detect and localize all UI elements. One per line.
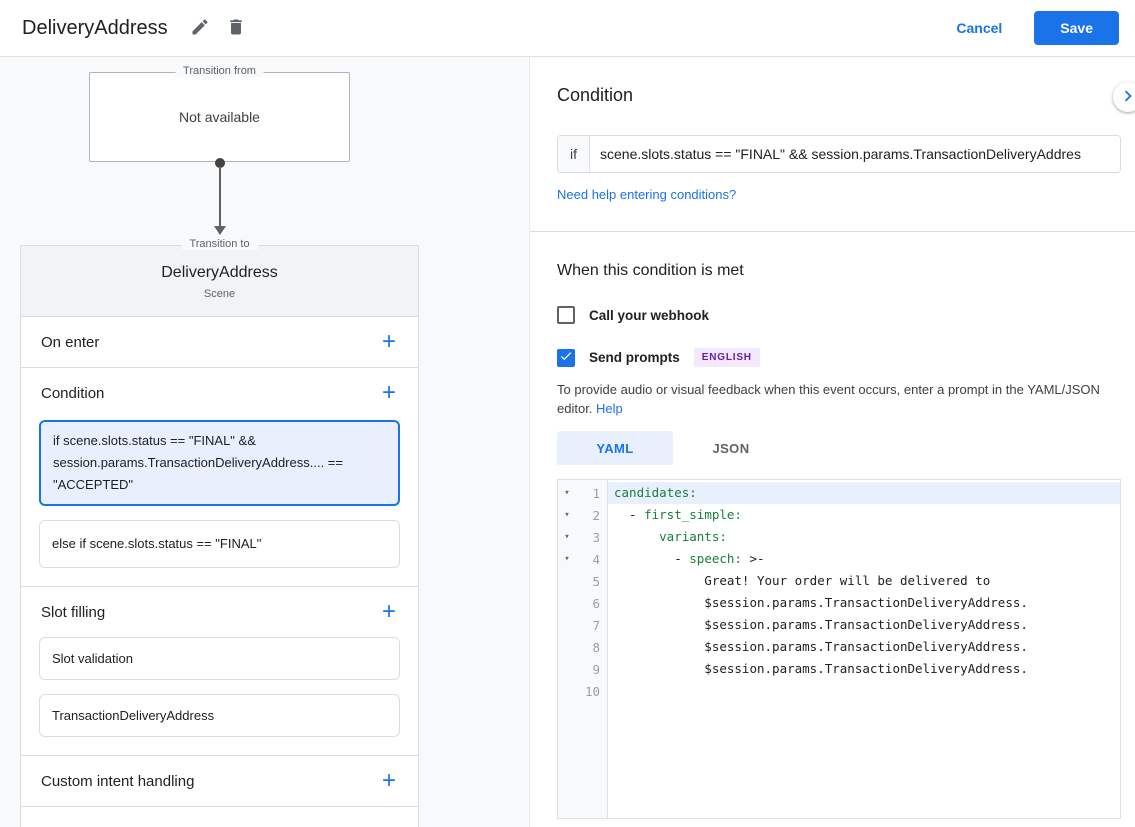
line-number: 7 — [576, 618, 607, 633]
custom-intent-label: Custom intent handling — [41, 773, 194, 790]
fold-toggle-icon[interactable]: ▾ — [558, 488, 576, 498]
code-line[interactable]: variants: — [608, 526, 1120, 548]
pencil-icon — [190, 17, 210, 40]
webhook-checkbox[interactable] — [557, 306, 575, 324]
editor-gutter: ▾1▾2▾3▾45678910 — [558, 480, 608, 818]
transition-from-label: Transition from — [175, 65, 264, 77]
edit-title-button[interactable] — [184, 11, 216, 46]
condition-expression-row: if — [557, 135, 1121, 173]
code-area[interactable]: candidates: - first_simple: variants: - … — [608, 480, 1120, 818]
scene-card-header: DeliveryAddress Scene — [21, 246, 418, 317]
condition-input[interactable] — [590, 136, 1120, 172]
webhook-label: Call your webhook — [589, 308, 709, 323]
line-number: 1 — [576, 486, 607, 501]
code-line[interactable]: Great! Your order will be delivered to — [608, 570, 1120, 592]
save-button[interactable]: Save — [1034, 11, 1119, 45]
tab-json[interactable]: JSON — [673, 431, 789, 465]
arrow-down-icon — [214, 226, 226, 235]
line-number: 9 — [576, 662, 607, 677]
line-number: 2 — [576, 508, 607, 523]
chevron-right-icon — [1117, 85, 1135, 110]
custom-intent-row: Custom intent handling + — [21, 756, 418, 806]
condition-panel: Condition if Need help entering conditio… — [530, 57, 1135, 827]
fold-toggle-icon[interactable]: ▾ — [558, 510, 576, 520]
section-divider — [21, 806, 418, 807]
check-icon — [559, 349, 573, 366]
condition-section-label: Condition — [41, 385, 104, 402]
slot-filling-label: Slot filling — [41, 604, 105, 621]
add-on-enter-button[interactable]: + — [380, 333, 398, 351]
fold-toggle-icon[interactable]: ▾ — [558, 532, 576, 542]
send-prompts-label: Send prompts — [589, 350, 680, 365]
code-line[interactable]: $session.params.TransactionDeliveryAddre… — [608, 614, 1120, 636]
line-number: 4 — [576, 552, 607, 567]
code-line[interactable]: - first_simple: — [608, 504, 1120, 526]
trash-icon — [226, 17, 246, 40]
add-slot-button[interactable]: + — [380, 603, 398, 621]
line-number: 3 — [576, 530, 607, 545]
description-text: To provide audio or visual feedback when… — [557, 382, 1100, 416]
main-content: Transition from Not available Transition… — [0, 57, 1135, 827]
slot-filling-row: Slot filling + — [21, 587, 418, 637]
top-bar: DeliveryAddress Cancel Save — [0, 0, 1135, 57]
line-number: 6 — [576, 596, 607, 611]
top-bar-left: DeliveryAddress — [22, 11, 254, 46]
scene-name: DeliveryAddress — [21, 264, 418, 282]
add-condition-button[interactable]: + — [380, 384, 398, 402]
code-line[interactable]: candidates: — [608, 482, 1120, 504]
condition-help-link[interactable]: Need help entering conditions? — [557, 187, 736, 202]
line-number: 5 — [576, 574, 607, 589]
help-link[interactable]: Help — [596, 401, 623, 416]
top-bar-actions: Cancel Save — [946, 11, 1119, 45]
tab-yaml[interactable]: YAML — [557, 431, 673, 465]
fold-toggle-icon[interactable]: ▾ — [558, 554, 576, 564]
transition-from-box: Transition from Not available — [89, 72, 350, 162]
condition-item[interactable]: else if scene.slots.status == "FINAL" — [39, 520, 400, 568]
line-number: 10 — [576, 684, 607, 699]
prompt-editor-description: To provide audio or visual feedback when… — [557, 380, 1117, 418]
panel-divider — [530, 231, 1135, 232]
on-enter-label: On enter — [41, 334, 99, 351]
yaml-editor[interactable]: ▾1▾2▾3▾45678910 candidates: - first_simp… — [557, 479, 1121, 819]
language-badge: ENGLISH — [694, 348, 760, 367]
code-line[interactable]: $session.params.TransactionDeliveryAddre… — [608, 636, 1120, 658]
code-line[interactable] — [608, 680, 1120, 702]
add-custom-intent-button[interactable]: + — [380, 772, 398, 790]
transition-from-value: Not available — [90, 73, 349, 161]
cancel-button[interactable]: Cancel — [946, 12, 1012, 44]
transition-to-label: Transition to — [181, 238, 257, 250]
slot-item[interactable]: Slot validation — [39, 637, 400, 680]
condition-if-prefix: if — [558, 136, 590, 172]
webhook-row: Call your webhook — [557, 306, 1121, 324]
code-line[interactable]: $session.params.TransactionDeliveryAddre… — [608, 592, 1120, 614]
page-title: DeliveryAddress — [22, 17, 168, 40]
code-line[interactable]: - speech: >- — [608, 548, 1120, 570]
collapse-panel-button[interactable] — [1113, 82, 1135, 112]
condition-section-row: Condition + — [21, 368, 418, 418]
scene-type-label: Scene — [21, 288, 418, 300]
scene-canvas: Transition from Not available Transition… — [0, 57, 530, 827]
slot-item[interactable]: TransactionDeliveryAddress — [39, 694, 400, 737]
delete-scene-button[interactable] — [220, 11, 252, 46]
connector-line — [219, 167, 221, 227]
scene-card: Transition to DeliveryAddress Scene On e… — [20, 245, 419, 827]
line-number: 8 — [576, 640, 607, 655]
code-line[interactable]: $session.params.TransactionDeliveryAddre… — [608, 658, 1120, 680]
condition-item-selected[interactable]: if scene.slots.status == "FINAL" && sess… — [39, 420, 400, 506]
editor-tabs: YAML JSON — [557, 431, 1121, 465]
send-prompts-checkbox[interactable] — [557, 349, 575, 367]
send-prompts-row: Send prompts ENGLISH — [557, 348, 1121, 367]
when-condition-title: When this condition is met — [557, 262, 1121, 280]
panel-title: Condition — [557, 57, 1121, 106]
on-enter-row: On enter + — [21, 317, 418, 367]
